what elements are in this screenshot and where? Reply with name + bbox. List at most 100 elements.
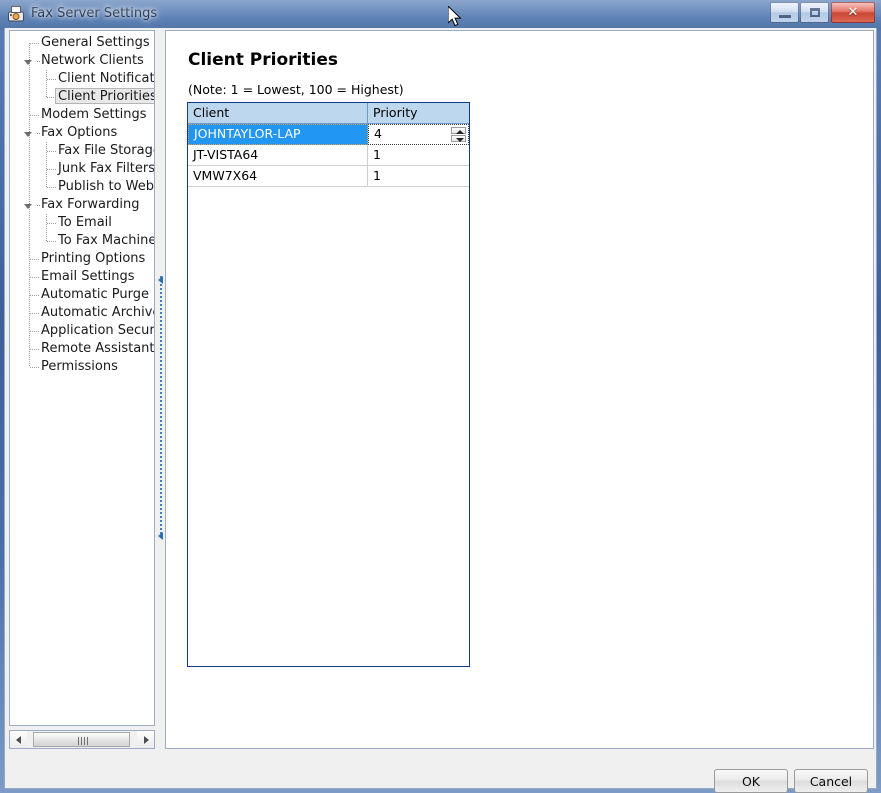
sidebar-item-application-security[interactable]: Application Security [10, 322, 154, 340]
scroll-left-icon[interactable] [10, 731, 27, 748]
tree-connector [37, 133, 40, 134]
page-title: Client Priorities [188, 50, 338, 70]
client-priorities-grid[interactable]: Client Priority JOHNTAYLOR-LAP 4 JT-VISTA6… [187, 102, 470, 667]
sidebar-item-email-settings[interactable]: Email Settings [10, 268, 154, 286]
sidebar-item-label: Network Clients [41, 53, 144, 68]
table-row[interactable]: VMW7X64 1 [188, 166, 469, 187]
tree-connector [46, 214, 47, 242]
tree-connector [47, 187, 56, 188]
priority-stepper[interactable] [451, 127, 466, 142]
sidebar-item-label: Permissions [41, 359, 118, 374]
tree-connector [30, 331, 39, 332]
window-title: Fax Server Settings [31, 6, 158, 21]
sidebar-item-to-fax-machines[interactable]: To Fax Machines [10, 232, 154, 250]
content-panel: Client Priorities (Note: 1 = Lowest, 100… [165, 30, 874, 749]
sidebar-item-label: To Fax Machines [58, 233, 155, 248]
page-note: (Note: 1 = Lowest, 100 = Highest) [188, 82, 404, 97]
chevron-down-icon[interactable] [24, 204, 32, 209]
sidebar-item-client-notification[interactable]: Client Notification [10, 70, 154, 88]
tree-connector [30, 295, 39, 296]
sidebar-item-permissions[interactable]: Permissions [10, 358, 154, 376]
sidebar-item-remote-assistant[interactable]: Remote Assistant [10, 340, 154, 358]
spinner-up-icon[interactable] [451, 127, 466, 134]
sidebar-item-label: To Email [58, 215, 112, 230]
scrollbar-thumb[interactable] [33, 732, 130, 747]
sidebar-item-label: General Settings [41, 35, 150, 50]
splitter-arrow-bottom-icon [158, 532, 163, 540]
table-row[interactable]: JOHNTAYLOR-LAP 4 [188, 124, 469, 145]
sidebar-item-printing-options[interactable]: Printing Options [10, 250, 154, 268]
tree-connector [46, 70, 47, 98]
cancel-button[interactable]: Cancel [794, 769, 868, 793]
tree-connector [47, 241, 56, 242]
tree-connector [30, 313, 39, 314]
sidebar-item-fax-file-storage[interactable]: Fax File Storage [10, 142, 154, 160]
sidebar-item-label: Automatic Archive [41, 305, 155, 320]
sidebar-item-label: Printing Options [41, 251, 146, 266]
sidebar-item-automatic-archive[interactable]: Automatic Archive [10, 304, 154, 322]
splitter-grip[interactable] [158, 276, 163, 540]
scroll-right-icon[interactable] [137, 731, 154, 748]
application-window: Fax Server Settings ✕ General Settings Ne… [0, 0, 881, 793]
tree-connector [30, 43, 39, 44]
sidebar-item-label: Fax Options [41, 125, 118, 140]
sidebar-item-general-settings[interactable]: General Settings [10, 34, 154, 52]
sidebar-item-label: Junk Fax Filters [58, 161, 155, 176]
sidebar-item-to-email[interactable]: To Email [10, 214, 154, 232]
sidebar-item-junk-fax-filters[interactable]: Junk Fax Filters [10, 160, 154, 178]
sidebar-item-label: Fax Forwarding [41, 197, 140, 212]
cell-priority[interactable]: 4 [368, 124, 469, 145]
sidebar-item-label: Publish to Web [58, 179, 154, 194]
cell-client[interactable]: JT-VISTA64 [188, 145, 368, 166]
ok-button[interactable]: OK [714, 769, 788, 793]
sidebar-item-publish-to-web[interactable]: Publish to Web [10, 178, 154, 196]
chevron-down-icon[interactable] [24, 60, 32, 65]
splitter-arrow-top-icon [158, 276, 163, 284]
close-icon: ✕ [847, 5, 859, 20]
panel-splitter[interactable] [155, 30, 165, 749]
sidebar-item-fax-forwarding[interactable]: Fax Forwarding [10, 196, 154, 214]
column-header-client[interactable]: Client [188, 103, 368, 124]
sidebar-item-label: Modem Settings [41, 107, 147, 122]
tree-connector [30, 277, 39, 278]
tree-connector [47, 169, 56, 170]
sidebar-item-client-priorities[interactable]: Client Priorities [10, 88, 154, 106]
mouse-cursor [448, 6, 462, 27]
sidebar-item-modem-settings[interactable]: Modem Settings [10, 106, 154, 124]
spinner-down-icon[interactable] [451, 135, 466, 142]
cell-priority[interactable]: 1 [368, 145, 469, 166]
sidebar-item-automatic-purge[interactable]: Automatic Purge [10, 286, 154, 304]
grid-header-row: Client Priority [188, 103, 469, 124]
close-button[interactable]: ✕ [831, 2, 875, 23]
settings-tree[interactable]: General Settings Network Clients Client No… [10, 34, 154, 376]
tree-connector [46, 142, 47, 188]
cell-client[interactable]: VMW7X64 [188, 166, 368, 187]
table-row[interactable]: JT-VISTA64 1 [188, 145, 469, 166]
sidebar-horizontal-scrollbar[interactable] [9, 730, 155, 749]
cell-client[interactable]: JOHNTAYLOR-LAP [188, 124, 368, 145]
tree-connector [47, 223, 56, 224]
chevron-down-icon[interactable] [24, 132, 32, 137]
sidebar-item-label: Remote Assistant [41, 341, 155, 356]
sidebar-item-label: Application Security [41, 323, 155, 338]
sidebar-item-label: Automatic Purge [41, 287, 150, 302]
maximize-icon [810, 8, 820, 17]
settings-tree-panel[interactable]: General Settings Network Clients Client No… [9, 30, 155, 726]
cell-priority[interactable]: 1 [368, 166, 469, 187]
dialog-client-area: General Settings Network Clients Client No… [4, 28, 877, 793]
column-header-priority[interactable]: Priority [368, 103, 469, 124]
tree-connector [30, 115, 39, 116]
tree-connector [47, 79, 56, 80]
sidebar-item-label: Fax File Storage [58, 143, 155, 158]
tree-connector [37, 205, 40, 206]
tree-connector [30, 259, 39, 260]
title-bar[interactable]: Fax Server Settings ✕ [0, 0, 881, 28]
scrollbar-grip [78, 737, 88, 745]
minimize-button[interactable] [770, 2, 799, 23]
fax-machine-icon [7, 5, 25, 22]
tree-connector [37, 61, 40, 62]
tree-connector [47, 151, 56, 152]
maximize-button[interactable] [800, 2, 829, 23]
sidebar-item-network-clients[interactable]: Network Clients [10, 52, 154, 70]
sidebar-item-fax-options[interactable]: Fax Options [10, 124, 154, 142]
